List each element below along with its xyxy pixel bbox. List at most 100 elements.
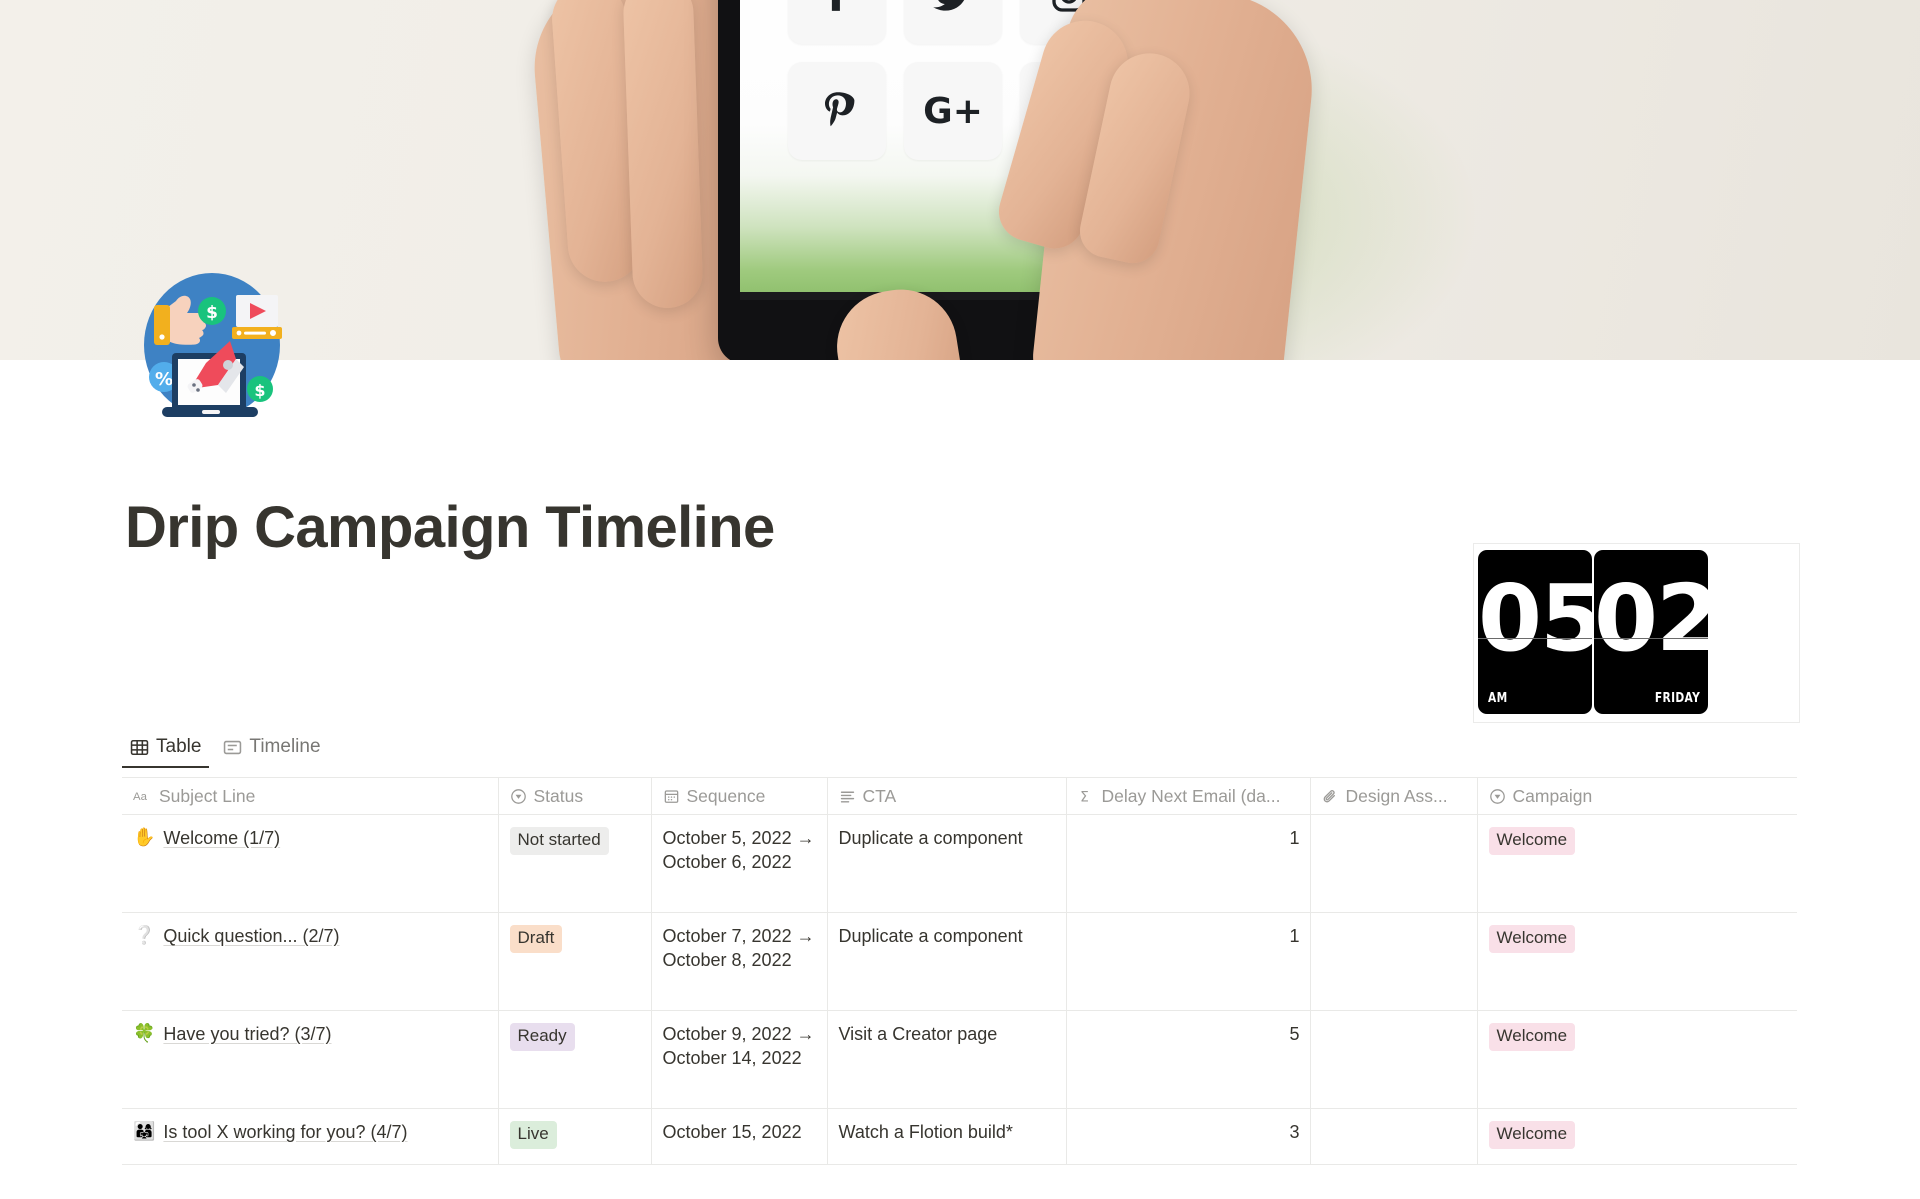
page-title[interactable]: Drip Campaign Timeline xyxy=(125,494,775,561)
cell-cta[interactable]: Duplicate a component xyxy=(827,912,1067,1011)
cell-design-assets[interactable] xyxy=(1310,912,1478,1011)
clock-minute-value: 02 xyxy=(1594,565,1708,672)
table-row[interactable]: 🍀 Have you tried? (3/7) Ready October 9,… xyxy=(122,1010,1797,1109)
svg-text:%: % xyxy=(155,369,173,390)
formula-sigma-icon: Σ xyxy=(1078,788,1095,805)
cell-sequence[interactable]: October 9, 2022 → October 14, 2022 xyxy=(651,1010,828,1109)
calendar-icon xyxy=(663,788,680,805)
column-header-subject-line-label: Subject Line xyxy=(159,785,256,806)
cell-design-assets[interactable] xyxy=(1310,1010,1478,1109)
raised-hand-icon: ✋ xyxy=(133,827,156,848)
svg-text:Aa: Aa xyxy=(133,791,148,803)
subject-line-text: Welcome (1/7) xyxy=(163,828,281,848)
clock-minute-seam xyxy=(1594,638,1708,639)
cell-delay-next-email[interactable]: 1 xyxy=(1066,912,1311,1011)
column-header-status-label: Status xyxy=(533,785,584,806)
column-header-design-assets-label: Design Ass... xyxy=(1345,785,1448,806)
table-header-row: Aa Subject Line Status Sequence CTA Σ De… xyxy=(122,777,1797,815)
column-header-cta-label: CTA xyxy=(862,785,897,806)
select-circle-icon xyxy=(1489,788,1506,805)
database-view-tabs: Table Timeline xyxy=(122,732,329,768)
cell-campaign[interactable]: Welcome xyxy=(1477,1010,1797,1109)
cell-subject-line[interactable]: 👨‍👩‍👧 Is tool X working for you? (4/7) xyxy=(122,1108,499,1165)
clock-weekday-label: FRIDAY xyxy=(1654,691,1700,706)
status-badge: Draft xyxy=(509,925,563,953)
subject-line-text: Have you tried? (3/7) xyxy=(163,1024,332,1044)
column-header-cta[interactable]: CTA xyxy=(827,777,1067,815)
column-header-campaign[interactable]: Campaign xyxy=(1477,777,1797,815)
clock-hour-value: 05 xyxy=(1478,565,1592,672)
status-badge: Not started xyxy=(509,827,609,855)
cell-cta[interactable]: Watch a Flotion build* xyxy=(827,1108,1067,1165)
page-icon[interactable]: $ % $ xyxy=(132,267,292,427)
cell-sequence[interactable]: October 5, 2022 → October 6, 2022 xyxy=(651,814,828,913)
column-header-sequence[interactable]: Sequence xyxy=(651,777,828,815)
select-circle-icon xyxy=(510,788,527,805)
cell-status[interactable]: Ready xyxy=(498,1010,652,1109)
cell-campaign[interactable]: Welcome xyxy=(1477,912,1797,1011)
column-header-sequence-label: Sequence xyxy=(686,785,766,806)
column-header-delay-next-email-label: Delay Next Email (da... xyxy=(1101,785,1281,806)
column-header-subject-line[interactable]: Aa Subject Line xyxy=(122,777,499,815)
cell-delay-next-email[interactable]: 5 xyxy=(1066,1010,1311,1109)
cell-cta[interactable]: Visit a Creator page xyxy=(827,1010,1067,1109)
svg-text:$: $ xyxy=(254,381,265,400)
cell-delay-next-email[interactable]: 1 xyxy=(1066,814,1311,913)
cell-status[interactable]: Draft xyxy=(498,912,652,1011)
campaign-badge: Welcome xyxy=(1488,925,1576,953)
column-header-status[interactable]: Status xyxy=(498,777,652,815)
cell-delay-next-email[interactable]: 3 xyxy=(1066,1108,1311,1165)
campaign-badge: Welcome xyxy=(1488,1121,1576,1149)
clock-meridiem-label: AM xyxy=(1488,691,1508,706)
table-icon xyxy=(130,738,149,757)
table-row[interactable]: ✋ Welcome (1/7) Not started October 5, 2… xyxy=(122,814,1797,913)
cell-cta[interactable]: Duplicate a component xyxy=(827,814,1067,913)
text-lines-icon xyxy=(839,788,856,805)
tab-timeline-label: Timeline xyxy=(249,736,321,757)
delay-value: 3 xyxy=(1289,1122,1300,1142)
table-row[interactable]: 👨‍👩‍👧 Is tool X working for you? (4/7) L… xyxy=(122,1108,1797,1165)
status-badge: Ready xyxy=(509,1023,575,1051)
cell-sequence[interactable]: October 7, 2022 → October 8, 2022 xyxy=(651,912,828,1011)
delay-value: 5 xyxy=(1289,1024,1300,1044)
campaign-badge: Welcome xyxy=(1488,1023,1576,1051)
cell-subject-line[interactable]: 🍀 Have you tried? (3/7) xyxy=(122,1010,499,1109)
facebook-icon: f xyxy=(788,0,886,44)
clock-hour-seam xyxy=(1478,638,1592,639)
cell-campaign[interactable]: Welcome xyxy=(1477,814,1797,913)
status-badge: Live xyxy=(509,1121,557,1149)
database-table: Aa Subject Line Status Sequence CTA Σ De… xyxy=(122,777,1797,1165)
flip-clock-embed[interactable]: 05 AM 02 FRIDAY xyxy=(1473,543,1800,723)
notion-page: f G+ xyxy=(0,0,1920,1199)
cell-sequence[interactable]: October 15, 2022 xyxy=(651,1108,828,1165)
cell-status[interactable]: Live xyxy=(498,1108,652,1165)
column-header-design-assets[interactable]: Design Ass... xyxy=(1310,777,1478,815)
title-aa-icon: Aa xyxy=(133,789,152,803)
clock-minute-card: 02 FRIDAY xyxy=(1594,550,1708,714)
people-group-icon: 👨‍👩‍👧 xyxy=(133,1121,156,1142)
four-leaf-clover-icon: 🍀 xyxy=(133,1023,156,1044)
tab-table[interactable]: Table xyxy=(122,732,210,768)
paperclip-icon xyxy=(1322,788,1339,805)
left-hand-finger-2 xyxy=(622,0,704,310)
pinterest-icon xyxy=(788,62,886,160)
cell-design-assets[interactable] xyxy=(1310,814,1478,913)
table-row[interactable]: ❔ Quick question... (2/7) Draft October … xyxy=(122,912,1797,1011)
subject-line-text: Quick question... (2/7) xyxy=(163,926,340,946)
twitter-icon xyxy=(904,0,1002,44)
clock-hour-card: 05 AM xyxy=(1478,550,1592,714)
cell-subject-line[interactable]: ✋ Welcome (1/7) xyxy=(122,814,499,913)
column-header-delay-next-email[interactable]: Σ Delay Next Email (da... xyxy=(1066,777,1311,815)
campaign-badge: Welcome xyxy=(1488,827,1576,855)
delay-value: 1 xyxy=(1289,828,1300,848)
svg-text:Σ: Σ xyxy=(1080,789,1089,805)
tab-timeline[interactable]: Timeline xyxy=(215,732,328,768)
timeline-icon xyxy=(223,738,242,757)
cell-design-assets[interactable] xyxy=(1310,1108,1478,1165)
tab-table-label: Table xyxy=(156,736,202,757)
cell-subject-line[interactable]: ❔ Quick question... (2/7) xyxy=(122,912,499,1011)
svg-text:$: $ xyxy=(206,303,218,323)
cell-campaign[interactable]: Welcome xyxy=(1477,1108,1797,1165)
column-header-campaign-label: Campaign xyxy=(1512,785,1593,806)
cell-status[interactable]: Not started xyxy=(498,814,652,913)
